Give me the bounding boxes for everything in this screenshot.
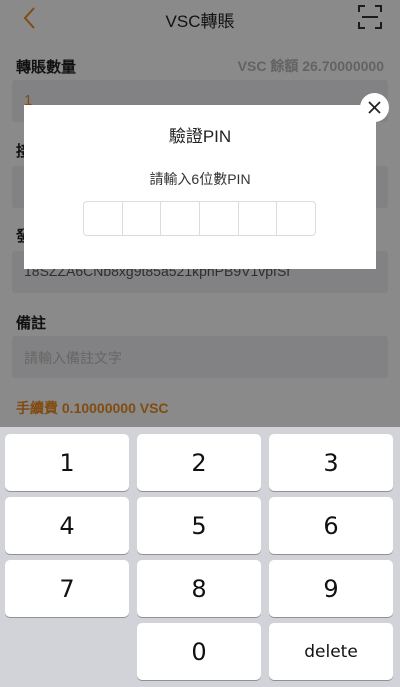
close-button[interactable] bbox=[360, 93, 389, 122]
key-7[interactable]: 7 bbox=[5, 560, 129, 617]
pin-digit-box bbox=[161, 202, 201, 235]
key-empty bbox=[5, 623, 129, 680]
pin-input[interactable] bbox=[83, 201, 316, 236]
key-0[interactable]: 0 bbox=[137, 623, 261, 680]
close-icon bbox=[368, 101, 381, 114]
key-6[interactable]: 6 bbox=[269, 497, 393, 554]
pin-digit-box bbox=[200, 202, 239, 235]
pin-digit-box bbox=[239, 202, 278, 235]
key-4[interactable]: 4 bbox=[5, 497, 129, 554]
key-5[interactable]: 5 bbox=[137, 497, 261, 554]
pin-subtitle: 請輸入6位數PIN bbox=[149, 171, 251, 187]
key-2[interactable]: 2 bbox=[137, 434, 261, 491]
key-1[interactable]: 1 bbox=[5, 434, 129, 491]
delete-key[interactable]: delete bbox=[269, 623, 393, 680]
pin-digit-box bbox=[84, 202, 123, 235]
transfer-screen: VSC轉賬 轉賬數量 VSC 餘額 26.70000000 1 接 發 18SZ… bbox=[0, 0, 400, 687]
key-9[interactable]: 9 bbox=[269, 560, 393, 617]
pin-title: 驗證PIN bbox=[168, 127, 232, 146]
pin-digit-box bbox=[123, 202, 162, 235]
pin-dialog: 驗證PIN 請輸入6位數PIN bbox=[24, 105, 376, 269]
numeric-keypad: 1 2 3 4 5 6 7 8 9 0 delete bbox=[0, 427, 400, 687]
pin-digit-box bbox=[277, 202, 315, 235]
key-3[interactable]: 3 bbox=[269, 434, 393, 491]
key-8[interactable]: 8 bbox=[137, 560, 261, 617]
